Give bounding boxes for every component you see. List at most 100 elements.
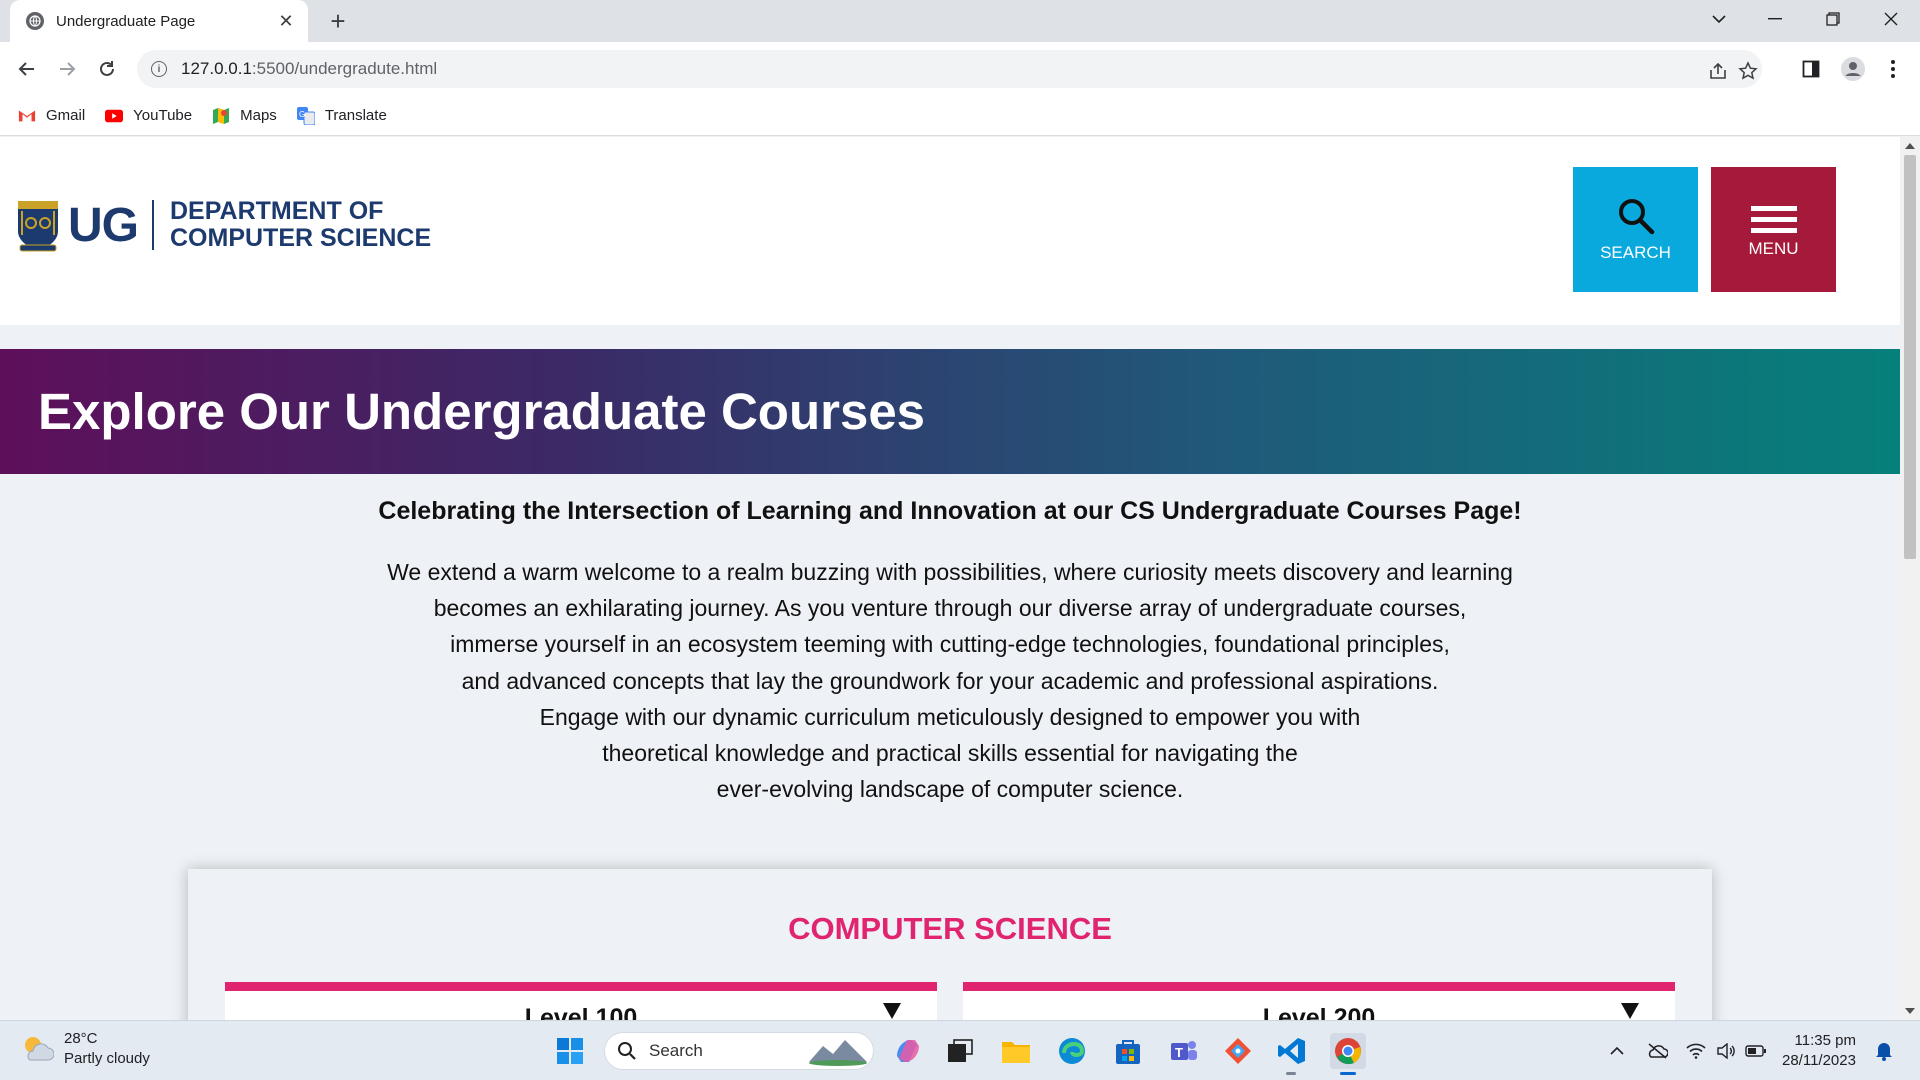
edge-browser-icon[interactable] — [1054, 1033, 1090, 1069]
gmail-icon — [18, 107, 36, 125]
level-100-accordion[interactable]: Level 100 — [225, 982, 937, 1020]
file-explorer-icon[interactable] — [998, 1033, 1034, 1069]
show-hidden-icons-chevron-icon[interactable] — [1605, 1039, 1629, 1063]
chrome-active-indicator — [1340, 1072, 1356, 1075]
close-tab-icon[interactable]: ✕ — [276, 11, 296, 32]
intro-heading: Celebrating the Intersection of Learning… — [378, 497, 1522, 525]
scroll-up-arrow-icon[interactable] — [1905, 143, 1915, 149]
onedrive-offline-icon[interactable] — [1645, 1039, 1669, 1063]
department-name: DEPARTMENT OF COMPUTER SCIENCE — [170, 198, 431, 252]
svg-text:G: G — [299, 110, 305, 119]
search-button[interactable]: SEARCH — [1573, 167, 1698, 292]
tab-strip: Undergraduate Page ✕ + — [0, 0, 1920, 42]
menu-button[interactable]: MENU — [1711, 167, 1836, 292]
bookmark-label: Gmail — [46, 107, 86, 124]
intro-paragraph: We extend a warm welcome to a realm buzz… — [340, 554, 1560, 807]
dropdown-arrow-icon[interactable] — [883, 1003, 901, 1019]
reload-button[interactable] — [92, 54, 122, 84]
svg-text:T: T — [1175, 1045, 1183, 1060]
logo-divider — [152, 200, 154, 250]
vscode-icon[interactable] — [1274, 1033, 1310, 1075]
weather-desc: Partly cloudy — [64, 1050, 150, 1067]
clock-time: 11:35 pm — [1794, 1032, 1856, 1049]
intro-line: theoretical knowledge and practical skil… — [602, 740, 1298, 767]
scroll-thumb[interactable] — [1904, 155, 1916, 559]
course-card: COMPUTER SCIENCE Level 100 Level 200 — [188, 869, 1712, 1020]
task-view-icon[interactable] — [942, 1033, 978, 1069]
level-label: Level 100 — [524, 1004, 638, 1020]
bookmark-label: YouTube — [133, 107, 193, 124]
bookmarks-bar: Gmail YouTube Maps G Translate — [0, 96, 1920, 136]
taskbar: 28°C Partly cloudy Search T 11:35 pm 28/… — [0, 1020, 1920, 1080]
intro-line: immerse yourself in an ecosystem teeming… — [450, 631, 1450, 658]
volume-icon[interactable] — [1714, 1039, 1738, 1063]
windows-start-icon[interactable] — [552, 1033, 588, 1069]
clock-date: 28/11/2023 — [1782, 1052, 1856, 1069]
vscode-running-indicator — [1286, 1072, 1296, 1075]
battery-icon[interactable] — [1744, 1039, 1768, 1063]
bookmark-label: Maps — [240, 107, 277, 124]
page-scrollbar[interactable] — [1900, 137, 1920, 1020]
wifi-icon[interactable] — [1684, 1039, 1708, 1063]
page-viewport: UG DEPARTMENT OF COMPUTER SCIENCE SEARCH… — [0, 137, 1900, 1020]
search-button-label: SEARCH — [1600, 242, 1671, 262]
logo-ug-text: UG — [68, 198, 139, 252]
notification-bell-icon[interactable] — [1872, 1039, 1896, 1063]
browser-toolbar: i 127.0.0.1:5500/undergradute.html — [0, 42, 1920, 96]
hero-banner: Explore Our Undergraduate Courses — [0, 349, 1900, 474]
address-bar[interactable]: i 127.0.0.1:5500/undergradute.html — [137, 50, 1762, 88]
microsoft-store-icon[interactable] — [1110, 1033, 1146, 1069]
translate-icon: G — [296, 106, 315, 125]
share-icon[interactable] — [1707, 60, 1729, 82]
site-header: UG DEPARTMENT OF COMPUTER SCIENCE SEARCH… — [0, 137, 1900, 325]
level-label: Level 200 — [1262, 1004, 1376, 1020]
intro-line: ever-evolving landscape of computer scie… — [716, 776, 1184, 803]
intro-line: We extend a warm welcome to a realm buzz… — [387, 559, 1513, 585]
site-info-icon[interactable]: i — [151, 61, 167, 77]
page-title: Explore Our Undergraduate Courses — [38, 383, 926, 440]
department-name-line1: DEPARTMENT OF — [170, 197, 384, 225]
tab-search-icon[interactable] — [1692, 0, 1746, 38]
url-text[interactable]: 127.0.0.1:5500/undergradute.html — [181, 59, 437, 79]
forward-button[interactable] — [52, 54, 82, 84]
profile-avatar-icon[interactable] — [1840, 56, 1866, 82]
back-button[interactable] — [12, 54, 42, 84]
teams-icon[interactable]: T — [1166, 1033, 1202, 1069]
system-clock[interactable]: 11:35 pm 28/11/2023 — [1782, 1031, 1856, 1071]
minimize-button[interactable] — [1748, 0, 1802, 38]
more-menu-icon[interactable] — [1880, 56, 1906, 82]
restore-button[interactable] — [1806, 0, 1860, 38]
intro-line: and advanced concepts that lay the groun… — [461, 667, 1439, 694]
scroll-down-arrow-icon[interactable] — [1905, 1008, 1915, 1014]
course-title: COMPUTER SCIENCE — [788, 911, 1112, 946]
hamburger-icon — [1750, 200, 1797, 239]
bookmark-gmail[interactable]: Gmail — [18, 107, 85, 125]
side-panel-icon[interactable] — [1798, 56, 1824, 82]
bookmark-translate[interactable]: G Translate — [296, 106, 387, 125]
bookmark-label: Translate — [324, 107, 387, 124]
bookmark-maps[interactable]: Maps — [212, 107, 277, 125]
git-app-icon[interactable] — [1220, 1033, 1256, 1069]
intro-line: Engage with our dynamic curriculum metic… — [539, 703, 1361, 730]
search-highlight-icon — [809, 1040, 867, 1066]
menu-button-label: MENU — [1748, 239, 1799, 258]
copilot-icon[interactable] — [890, 1033, 926, 1069]
taskbar-search[interactable]: Search — [604, 1032, 874, 1070]
level-200-accordion[interactable]: Level 200 — [963, 982, 1675, 1020]
search-icon — [1618, 198, 1654, 234]
department-name-line2: COMPUTER SCIENCE — [170, 224, 432, 252]
intro-line: becomes an exhilarating journey. As you … — [433, 595, 1467, 622]
weather-widget[interactable]: 28°C Partly cloudy — [20, 1029, 150, 1069]
chrome-icon[interactable] — [1330, 1033, 1366, 1075]
browser-tab[interactable]: Undergraduate Page ✕ — [10, 0, 308, 42]
search-icon — [618, 1042, 636, 1060]
maps-icon — [212, 107, 230, 125]
youtube-icon — [105, 107, 124, 125]
close-window-button[interactable] — [1864, 0, 1918, 38]
bookmark-youtube[interactable]: YouTube — [105, 107, 192, 125]
site-logo[interactable]: UG DEPARTMENT OF COMPUTER SCIENCE — [16, 197, 431, 253]
tab-title: Undergraduate Page — [56, 12, 196, 30]
new-tab-button[interactable]: + — [322, 6, 354, 38]
dropdown-arrow-icon[interactable] — [1621, 1003, 1639, 1019]
bookmark-star-icon[interactable] — [1737, 60, 1759, 82]
